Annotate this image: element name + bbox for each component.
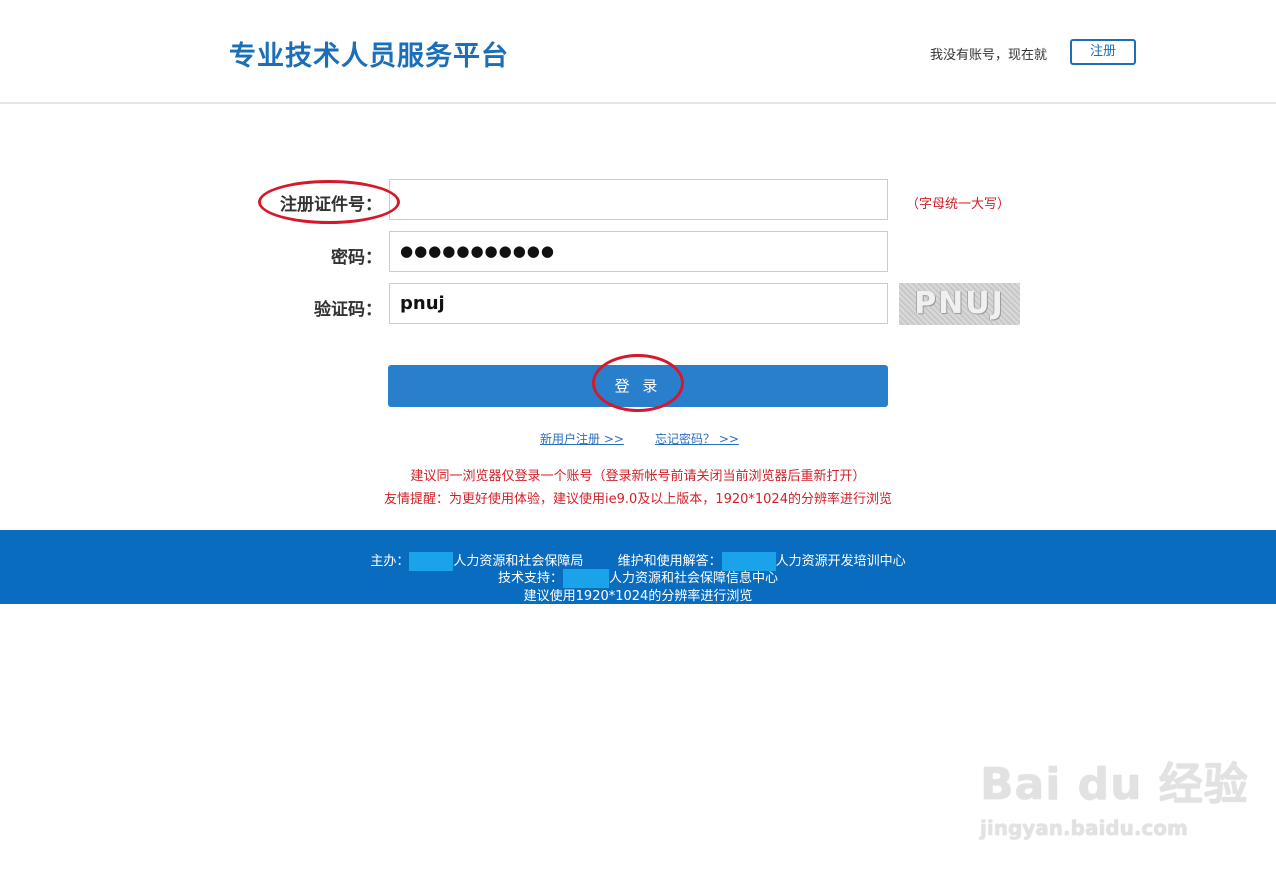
captcha-input[interactable]: pnuj bbox=[389, 283, 888, 324]
header: 专业技术人员服务平台 我没有账号，现在就 注册 bbox=[0, 0, 1276, 104]
notice-single-account: 建议同一浏览器仅登录一个账号（登录新帐号前请关闭当前浏览器后重新打开） bbox=[410, 469, 866, 484]
cert-number-input[interactable] bbox=[389, 179, 888, 220]
footer-resolution-note: 建议使用1920*1024的分辨率进行浏览 bbox=[523, 589, 753, 604]
annotation-circle-cert bbox=[258, 180, 400, 224]
captcha-image[interactable]: PNUJ bbox=[899, 283, 1020, 325]
tech-prefix: 技术支持： bbox=[497, 571, 563, 586]
forgot-password-link[interactable]: 忘记密码？ >> bbox=[655, 430, 739, 447]
password-label: 密码： bbox=[331, 248, 382, 268]
baidu-jingyan-watermark: Bai du 经验 jingyan.baidu.com bbox=[980, 748, 1249, 840]
register-button[interactable]: 注册 bbox=[1070, 39, 1136, 65]
cert-hint: （字母统一大写） bbox=[906, 197, 1011, 212]
password-input[interactable]: ●●●●●●●●●●● bbox=[389, 231, 888, 272]
footer: 主办： 人力资源和社会保障局 维护和使用解答： 人力资源开发培训中心 技术支持： 人力… bbox=[0, 530, 1276, 604]
no-account-text: 我没有账号，现在就 bbox=[930, 48, 1048, 63]
watermark-url: jingyan.baidu.com bbox=[980, 816, 1188, 840]
captcha-label: 验证码： bbox=[314, 300, 382, 320]
new-user-register-link[interactable]: 新用户注册 >> bbox=[540, 430, 624, 447]
tech-suffix: 人力资源和社会保障信息中心 bbox=[609, 571, 779, 586]
watermark-main: Bai du 经验 bbox=[980, 759, 1249, 810]
site-title[interactable]: 专业技术人员服务平台 bbox=[229, 34, 509, 73]
annotation-circle-login bbox=[592, 354, 684, 412]
notice-browser-tip: 友情提醒：为更好使用体验，建议使用ie9.0及以上版本，1920*1024的分辨… bbox=[384, 492, 892, 507]
